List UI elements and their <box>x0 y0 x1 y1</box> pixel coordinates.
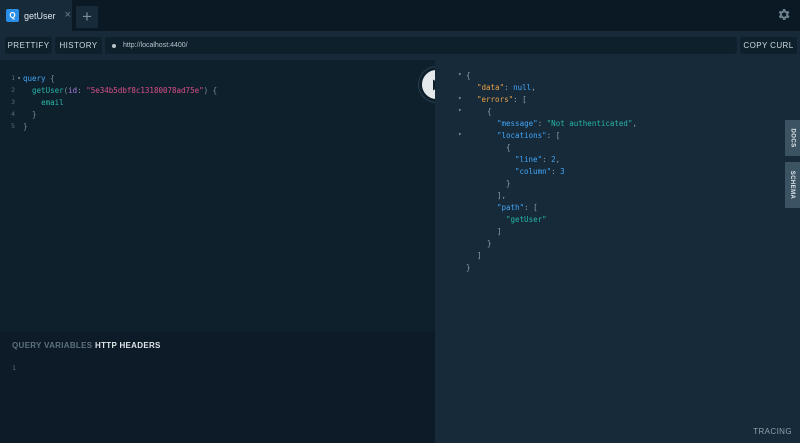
json-key-message: "message" <box>497 118 538 128</box>
headers-editor[interactable]: 1 <box>12 364 16 372</box>
json-key-data: "data" <box>477 82 505 92</box>
docs-tab[interactable]: DOCS <box>785 120 800 156</box>
field-getuser: getUser <box>32 85 64 95</box>
brace-close: } <box>23 121 28 131</box>
brace: { <box>45 73 55 83</box>
result-pane: ▾ { "data": null, ▾ "errors": [ ▾ { "mes… <box>435 60 785 420</box>
argument-value: "5e34b5dbf8c13180078ad75e" <box>86 85 204 95</box>
result-footer: TRACING <box>435 420 800 443</box>
close-icon[interactable]: × <box>65 10 71 21</box>
query-badge-icon: Q <box>6 9 19 22</box>
json-key-line: "line" <box>515 154 543 164</box>
line-number: 4 <box>11 110 15 118</box>
line-number: 5 <box>11 122 15 130</box>
json-value-path: "getUser" <box>506 214 547 224</box>
tab-getuser[interactable]: Q getUser × <box>0 0 72 31</box>
history-button[interactable]: HISTORY <box>55 37 102 54</box>
endpoint-url-input[interactable]: http://localhost:4400/ <box>105 37 737 54</box>
prettify-button[interactable]: PRETTIFY <box>5 37 52 54</box>
gear-icon[interactable] <box>776 7 791 22</box>
colon: : <box>77 85 87 95</box>
side-tabs: DOCS SCHEMA <box>785 60 800 420</box>
tab-title: getUser <box>24 10 56 21</box>
docs-tab-label: DOCS <box>789 128 796 148</box>
query-editor[interactable]: 1 ▾ query { 2 getUser(id: "5e34b5dbf8c13… <box>0 60 435 332</box>
line-number: 1 <box>11 74 15 82</box>
tab-query-variables[interactable]: QUERY VARIABLES <box>12 341 92 350</box>
fold-arrow-icon[interactable]: ▾ <box>458 95 462 102</box>
field-email: email <box>41 97 64 107</box>
schema-tab[interactable]: SCHEMA <box>785 162 800 208</box>
fold-arrow-icon[interactable]: ▾ <box>458 107 462 114</box>
line-number: 3 <box>11 98 15 106</box>
json-value-message: "Not authenticated" <box>546 118 633 128</box>
json-value-column: 3 <box>560 166 565 176</box>
json-key-column: "column" <box>515 166 552 176</box>
tab-bar: Q getUser × + <box>0 0 800 31</box>
tracing-button[interactable]: TRACING <box>753 427 792 436</box>
tab-http-headers[interactable]: HTTP HEADERS <box>95 341 161 350</box>
paren-close: ) { <box>203 85 218 95</box>
json-key-errors: "errors" <box>477 94 514 104</box>
add-tab-button[interactable]: + <box>76 6 98 28</box>
json-key-locations: "locations" <box>497 130 547 140</box>
json-value-null: null <box>513 82 532 92</box>
schema-tab-label: SCHEMA <box>789 170 796 200</box>
fold-arrow-icon[interactable]: ▾ <box>458 131 462 138</box>
argument-name: id <box>68 85 78 95</box>
status-dot-icon <box>112 43 116 48</box>
fold-arrow-icon[interactable]: ▾ <box>15 75 23 82</box>
brace-close: } <box>32 109 37 119</box>
copy-curl-button[interactable]: COPY CURL <box>740 37 797 54</box>
json-key-path: "path" <box>497 202 525 212</box>
line-number: 2 <box>11 86 15 94</box>
json-brace: { <box>466 70 471 80</box>
endpoint-url: http://localhost:4400/ <box>123 42 188 49</box>
query-keyword: query <box>23 73 46 83</box>
fold-arrow-icon[interactable]: ▾ <box>458 71 462 78</box>
variables-pane: QUERY VARIABLES HTTP HEADERS 1 <box>0 332 435 443</box>
toolbar: PRETTIFY HISTORY http://localhost:4400/ … <box>0 31 800 60</box>
